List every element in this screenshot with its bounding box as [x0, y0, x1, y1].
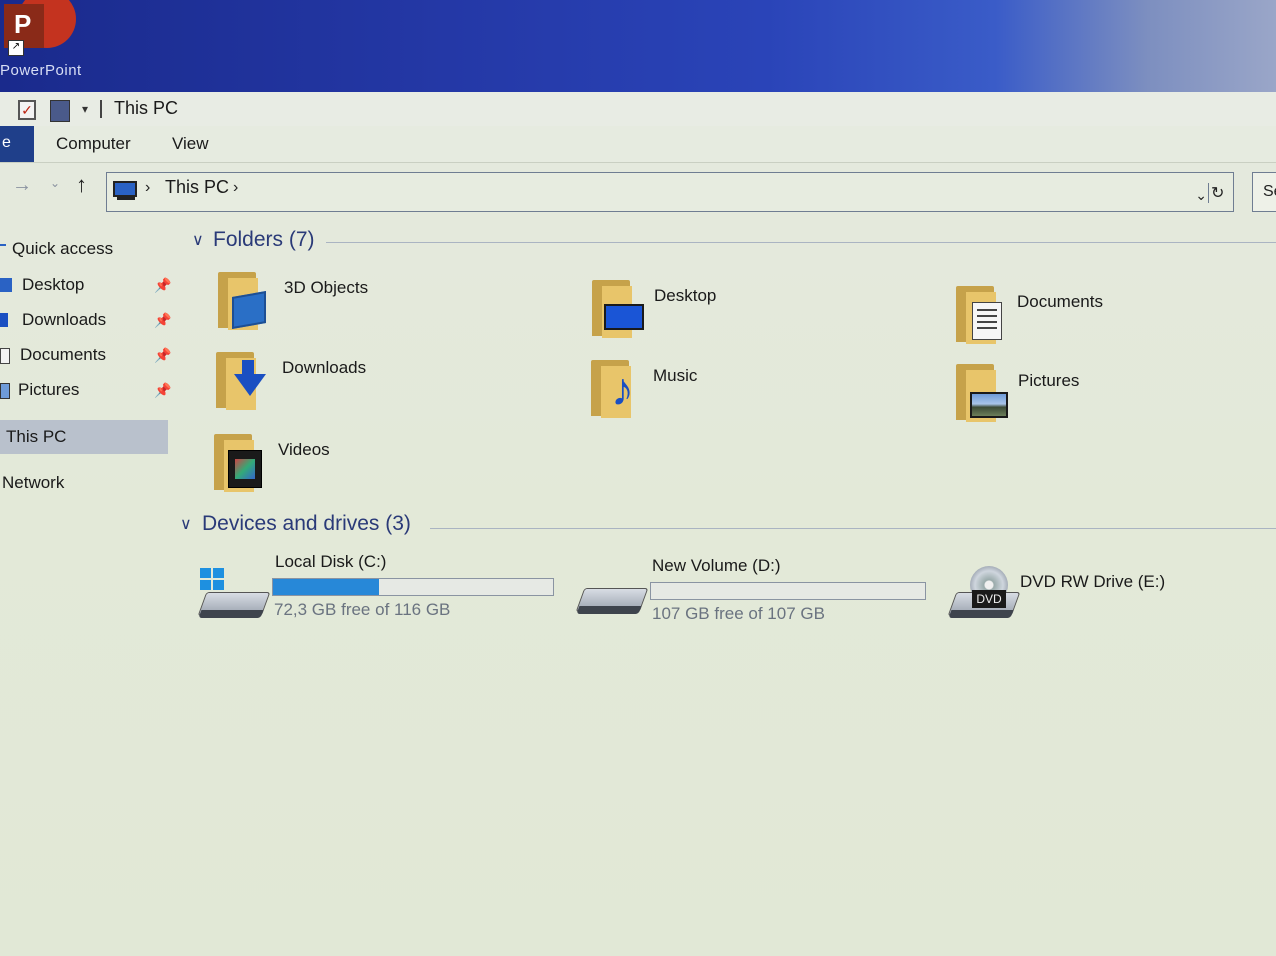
desktop-folder-icon — [604, 304, 644, 330]
sidebar-item-this-pc[interactable]: This PC — [0, 420, 168, 454]
drive-local-disk-c[interactable]: Local Disk (C:) 72,3 GB free of 116 GB — [197, 552, 558, 626]
navigation-pane: Quick access Desktop 📌 Downloads 📌 Docum… — [0, 230, 172, 956]
folder-label[interactable]: Videos — [278, 440, 330, 460]
address-bar[interactable]: › This PC › ⌄ ↻ — [106, 172, 1234, 212]
hard-drive-base — [576, 606, 642, 614]
dvd-badge: DVD — [972, 590, 1006, 608]
title-separator — [100, 100, 102, 118]
quick-access-star-icon — [0, 244, 6, 246]
drive-name: DVD RW Drive (E:) — [1020, 572, 1166, 591]
music-folder-icon: ♪ — [611, 363, 634, 415]
sidebar-item-label: Downloads — [22, 310, 107, 329]
folder-label[interactable]: Desktop — [654, 286, 716, 306]
sidebar-item-label: This PC — [6, 427, 67, 446]
refresh-icon[interactable]: ↻ — [1208, 183, 1229, 203]
sidebar-item-label: Documents — [20, 345, 106, 364]
sidebar-item-label: Desktop — [22, 275, 85, 294]
3d-objects-folder[interactable] — [214, 270, 284, 334]
sidebar-item-downloads[interactable]: Downloads 📌 — [0, 305, 171, 335]
sidebar-item-label: Network — [2, 473, 65, 492]
breadcrumb-this-pc[interactable]: This PC — [165, 177, 229, 198]
folder-label[interactable]: Downloads — [282, 358, 366, 378]
sidebar-item-label: Pictures — [18, 380, 80, 399]
drive-new-volume-d[interactable]: New Volume (D:) 107 GB free of 107 GB — [575, 556, 936, 628]
desktop-icon — [0, 278, 12, 292]
drive-usage-fill — [273, 579, 379, 595]
sidebar-item-desktop[interactable]: Desktop 📌 — [0, 270, 171, 300]
pin-icon[interactable]: 📌 — [154, 375, 171, 405]
desktop-folder[interactable] — [588, 278, 658, 342]
pictures-folder[interactable] — [952, 362, 1022, 426]
collapse-chevron-icon[interactable]: ∨ — [180, 514, 192, 534]
documents-folder-icon — [972, 302, 1002, 340]
navigation-bar: → ⌄ ↑ › This PC › ⌄ ↻ Se — [0, 164, 1276, 222]
powerpoint-shortcut[interactable]: P ↗ — [0, 0, 78, 56]
windows-logo-icon — [200, 568, 226, 592]
this-pc-icon — [113, 181, 137, 197]
folder-label[interactable]: 3D Objects — [284, 278, 368, 298]
tab-view[interactable]: View — [172, 134, 209, 154]
address-dropdown-icon[interactable]: ⌄ — [1195, 187, 1207, 204]
file-explorer-window: ✓ ▾ This PC e Computer View → ⌄ ↑ › This… — [0, 92, 1276, 956]
documents-folder[interactable] — [952, 284, 1022, 348]
downloads-arrow-icon — [0, 313, 8, 327]
recent-locations-chevron-icon[interactable]: ⌄ — [50, 176, 60, 190]
drive-usage-bar — [272, 578, 554, 596]
videos-folder[interactable] — [210, 432, 280, 496]
search-input[interactable]: Se — [1252, 172, 1276, 212]
drives-group-header[interactable]: Devices and drives (3) — [202, 512, 411, 536]
music-folder[interactable]: ♪ — [587, 358, 657, 422]
sidebar-item-documents[interactable]: Documents 📌 — [0, 340, 171, 370]
pin-icon[interactable]: 📌 — [154, 340, 171, 370]
pin-icon[interactable]: 📌 — [154, 305, 171, 335]
drive-free-space: 107 GB free of 107 GB — [652, 604, 825, 623]
this-pc-icon-base — [117, 197, 135, 200]
drive-usage-bar — [650, 582, 926, 600]
tab-computer[interactable]: Computer — [56, 134, 131, 154]
folder-label[interactable]: Music — [653, 366, 697, 386]
pictures-folder-icon — [970, 392, 1008, 418]
group-divider — [326, 242, 1276, 243]
title-bar: ✓ ▾ This PC — [0, 92, 1276, 126]
documents-icon — [0, 348, 10, 364]
3d-objects-icon — [232, 291, 266, 329]
tab-file[interactable]: e — [0, 126, 34, 162]
drive-name: New Volume (D:) — [652, 556, 781, 575]
folder-label[interactable]: Pictures — [1018, 371, 1079, 391]
pictures-icon — [0, 383, 10, 399]
downloads-folder[interactable] — [212, 350, 282, 414]
properties-icon[interactable]: ✓ — [18, 100, 36, 120]
collapse-chevron-icon[interactable]: ∨ — [192, 230, 204, 250]
folder-label[interactable]: Documents — [1017, 292, 1103, 312]
up-arrow-icon[interactable]: ↑ — [76, 172, 87, 198]
drive-dvd-rw-e[interactable]: DVD DVD RW Drive (E:) — [946, 564, 1246, 628]
drive-name: Local Disk (C:) — [275, 552, 387, 571]
breadcrumb-chevron-icon[interactable]: › — [145, 179, 150, 197]
window-title: This PC — [114, 98, 179, 118]
quick-access-toolbar-dropdown-icon[interactable]: ▾ — [82, 102, 94, 122]
ribbon-tabs: e Computer View — [0, 126, 1276, 163]
folders-group-header[interactable]: Folders (7) — [213, 228, 315, 252]
sidebar-item-quick-access[interactable]: Quick access — [0, 234, 168, 264]
group-divider — [430, 528, 1276, 529]
pin-icon[interactable]: 📌 — [154, 270, 171, 300]
hard-drive-base — [198, 610, 264, 618]
shortcut-arrow-icon: ↗ — [8, 40, 24, 56]
dvd-drive-base — [948, 610, 1014, 618]
breadcrumb-chevron-icon[interactable]: › — [233, 179, 238, 197]
videos-folder-icon — [228, 450, 262, 488]
sidebar-item-network[interactable]: Network — [0, 468, 168, 498]
forward-arrow-icon[interactable]: → — [12, 174, 32, 197]
sidebar-item-pictures[interactable]: Pictures 📌 — [0, 375, 171, 405]
powerpoint-label[interactable]: PowerPoint — [0, 62, 82, 79]
sidebar-item-label: Quick access — [12, 239, 114, 258]
downloads-arrow-icon — [234, 374, 266, 396]
desktop-background: P ↗ PowerPoint — [0, 0, 1276, 96]
new-folder-icon[interactable] — [50, 100, 70, 122]
drive-free-space: 72,3 GB free of 116 GB — [274, 600, 451, 619]
